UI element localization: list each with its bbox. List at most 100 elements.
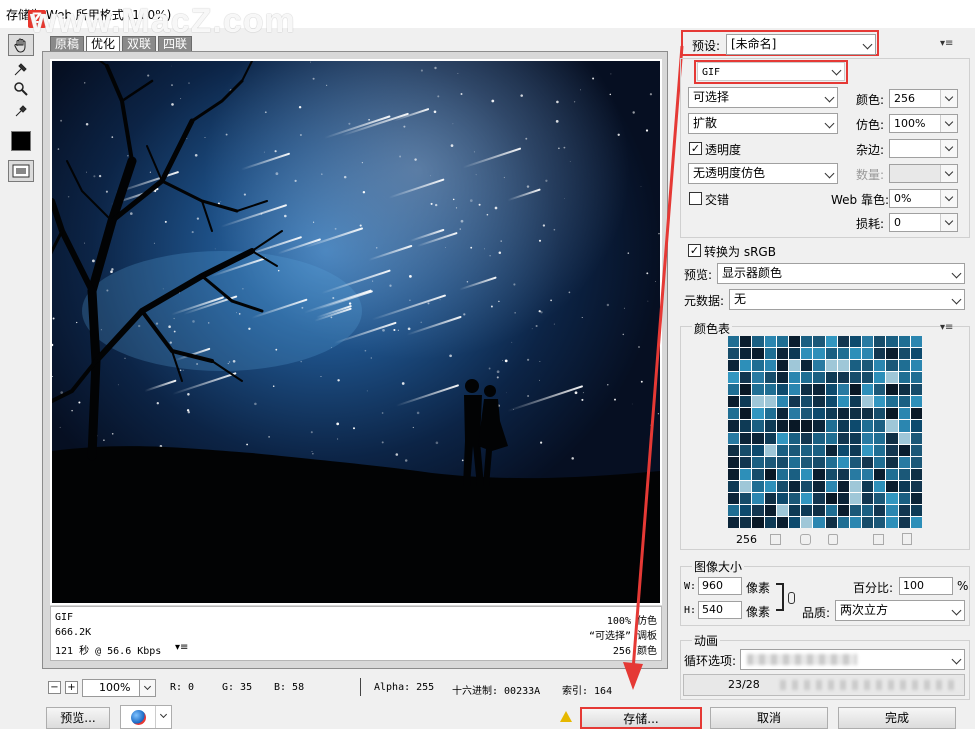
color-swatch-cell[interactable] [886,516,898,528]
color-swatch-cell[interactable] [849,504,862,516]
color-swatch-cell[interactable] [849,444,862,456]
color-swatch-cell[interactable] [825,492,837,504]
color-swatch-cell[interactable] [874,348,886,360]
color-swatch-cell[interactable] [837,468,849,480]
save-button[interactable]: 存储... [580,707,702,729]
color-swatch-cell[interactable] [764,456,776,468]
color-swatch-cell[interactable] [849,348,862,360]
color-swatch-cell[interactable] [910,420,922,432]
loop-select[interactable] [740,649,965,670]
new-color-icon[interactable] [873,534,884,545]
color-swatch-cell[interactable] [837,336,849,348]
color-swatch-cell[interactable] [788,420,801,432]
color-swatch-cell[interactable] [886,480,898,492]
color-swatch-cell[interactable] [849,456,862,468]
color-swatch-cell[interactable] [898,468,910,480]
color-swatch-cell[interactable] [752,336,764,348]
color-swatch-cell[interactable] [764,444,776,456]
color-swatch-cell[interactable] [776,468,788,480]
color-swatch-cell[interactable] [825,396,837,408]
preview-canvas[interactable] [50,59,662,605]
web-shift-icon[interactable] [800,534,811,545]
color-swatch-cell[interactable] [862,384,874,396]
color-swatch-cell[interactable] [776,504,788,516]
color-swatch-cell[interactable] [740,468,752,480]
color-swatch-cell[interactable] [910,480,922,492]
color-swatch-cell[interactable] [837,348,849,360]
color-swatch-cell[interactable] [874,336,886,348]
color-swatch-cell[interactable] [813,348,825,360]
color-swatch-cell[interactable] [886,468,898,480]
color-swatch-cell[interactable] [813,336,825,348]
color-swatch-cell[interactable] [776,456,788,468]
color-swatch-cell[interactable] [862,348,874,360]
color-swatch-cell[interactable] [728,420,740,432]
color-swatch-cell[interactable] [740,396,752,408]
web-snap-combo[interactable]: 0% [889,189,958,208]
done-button[interactable]: 完成 [838,707,956,729]
dither-algorithm-select[interactable]: 扩散 [688,113,838,134]
zoom-dropdown-icon[interactable] [139,679,156,697]
color-swatch-cell[interactable] [849,492,862,504]
tab-4up[interactable]: 四联 [158,36,193,52]
color-swatch-cell[interactable] [740,372,752,384]
color-swatch-cell[interactable] [776,444,788,456]
color-swatch-cell[interactable] [837,456,849,468]
color-swatch-cell[interactable] [825,420,837,432]
color-swatch-cell[interactable] [764,384,776,396]
color-swatch-cell[interactable] [740,420,752,432]
color-swatch-cell[interactable] [801,492,813,504]
color-swatch-cell[interactable] [874,420,886,432]
color-swatch-cell[interactable] [898,504,910,516]
color-swatch-cell[interactable] [837,516,849,528]
quality-select[interactable]: 两次立方 [835,600,965,621]
color-swatch-cell[interactable] [813,360,825,372]
color-swatch-cell[interactable] [740,336,752,348]
color-swatch-cell[interactable] [813,408,825,420]
color-swatch-cell[interactable] [898,384,910,396]
color-swatch-cell[interactable] [813,456,825,468]
color-swatch-cell[interactable] [898,480,910,492]
color-swatch-cell[interactable] [910,468,922,480]
color-swatch-cell[interactable] [862,516,874,528]
color-swatch-cell[interactable] [801,372,813,384]
color-swatch-cell[interactable] [788,360,801,372]
color-swatch-cell[interactable] [740,456,752,468]
color-reduction-select[interactable]: 可选择 [688,87,838,108]
color-swatch-cell[interactable] [752,432,764,444]
color-swatch-cell[interactable] [764,468,776,480]
color-swatch-cell[interactable] [898,420,910,432]
color-swatch-cell[interactable] [764,492,776,504]
color-swatch-cell[interactable] [764,516,776,528]
color-swatch-cell[interactable] [801,360,813,372]
color-swatch-cell[interactable] [862,480,874,492]
color-swatch-cell[interactable] [849,336,862,348]
color-swatch-cell[interactable] [764,432,776,444]
dither-combo[interactable]: 100% [889,114,958,133]
color-swatch-cell[interactable] [728,384,740,396]
toggle-slices-icon[interactable] [8,160,34,182]
color-swatch-cell[interactable] [728,348,740,360]
color-swatch-cell[interactable] [837,420,849,432]
color-swatch-cell[interactable] [801,516,813,528]
color-swatch-cell[interactable] [849,432,862,444]
tab-optimized[interactable]: 优化 [86,36,121,52]
color-swatch-cell[interactable] [776,432,788,444]
trash-icon[interactable] [902,533,912,545]
color-swatch-cell[interactable] [849,468,862,480]
color-swatch-cell[interactable] [862,372,874,384]
color-swatch-cell[interactable] [862,396,874,408]
preview-mode-select[interactable]: 显示器颜色 [717,263,965,284]
color-swatch-cell[interactable] [764,348,776,360]
color-swatch-cell[interactable] [886,396,898,408]
color-swatch-cell[interactable] [837,408,849,420]
color-swatch-cell[interactable] [837,396,849,408]
color-swatch-cell[interactable] [910,384,922,396]
color-swatch-cell[interactable] [886,444,898,456]
color-swatch-cell[interactable] [862,504,874,516]
color-swatch-cell[interactable] [728,336,740,348]
color-swatch-cell[interactable] [862,492,874,504]
color-swatch-cell[interactable] [825,348,837,360]
color-swatch-cell[interactable] [740,348,752,360]
color-swatch[interactable] [8,130,34,152]
